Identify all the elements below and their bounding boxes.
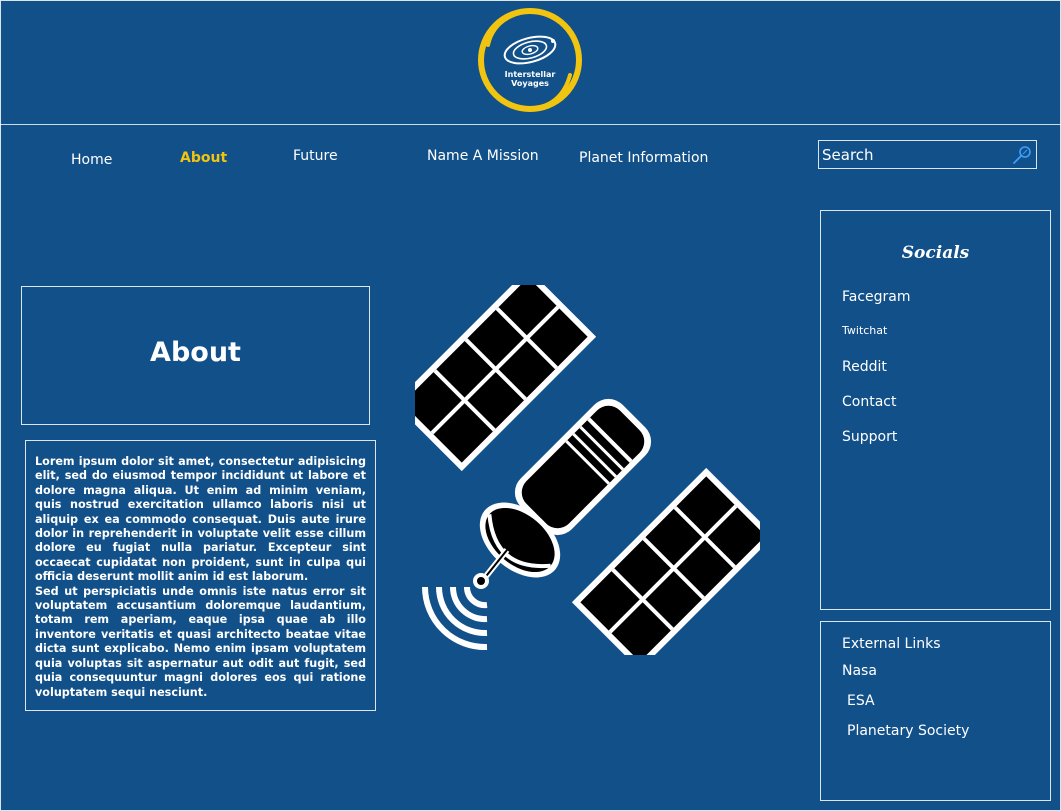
nav-name-a-mission[interactable]: Name A Mission [427,148,539,164]
social-link-support[interactable]: Support [842,429,897,445]
external-link-nasa[interactable]: Nasa [842,663,877,679]
external-links-heading: External Links [842,636,941,652]
nav-home[interactable]: Home [71,152,112,168]
social-link-contact[interactable]: Contact [842,394,896,410]
search-icon[interactable] [1011,144,1033,166]
social-link-reddit[interactable]: Reddit [842,359,887,375]
external-links-panel: External Links Nasa ESA Planetary Societ… [820,621,1051,801]
logo-text-line2: Voyages [511,79,549,88]
search-box [818,140,1037,169]
social-link-twitchat[interactable]: Twitchat [842,324,887,337]
nav-about[interactable]: About [180,150,227,166]
about-text-box: Lorem ipsum dolor sit amet, consectetur … [25,440,376,711]
external-link-esa[interactable]: ESA [847,693,875,709]
social-link-facegram[interactable]: Facegram [842,289,911,305]
about-paragraph-2: Sed ut perspiciatis unde omnis iste natu… [35,584,366,699]
nav-future[interactable]: Future [293,148,338,164]
socials-panel: Socials Facegram Twitchat Reddit Contact… [820,210,1051,610]
search-input[interactable] [822,143,1012,167]
logo-text-line1: Interstellar [505,70,556,79]
header-divider [0,124,1061,125]
page-title: About [150,337,241,368]
about-heading-box: About [21,286,370,425]
about-paragraph-1: Lorem ipsum dolor sit amet, consectetur … [35,455,366,584]
external-link-planetary-society[interactable]: Planetary Society [847,723,969,739]
nav-planet-information[interactable]: Planet Information [579,150,708,166]
satellite-icon [415,285,760,655]
socials-title: Socials [901,243,970,263]
interstellar-voyages-logo[interactable]: Interstellar Voyages [474,5,586,115]
